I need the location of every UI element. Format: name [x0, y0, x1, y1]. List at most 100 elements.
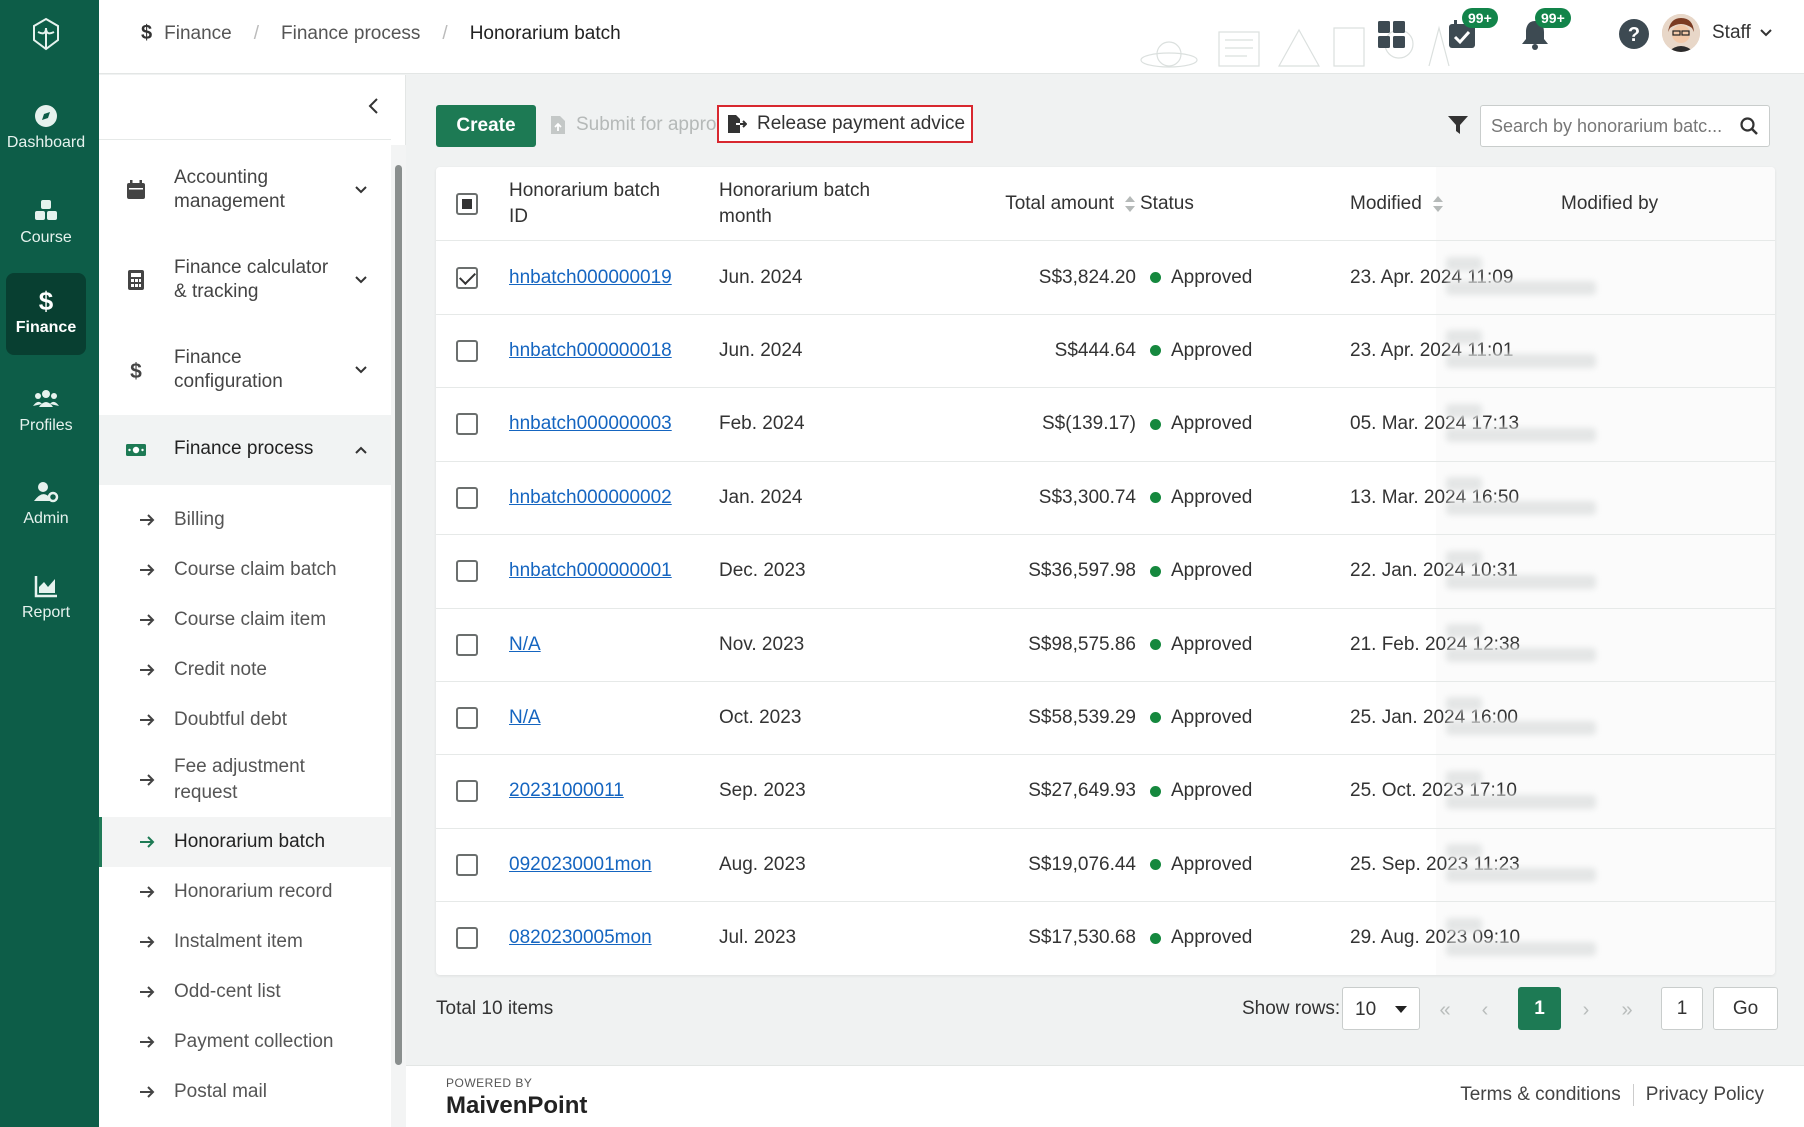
- table-row[interactable]: hnbatch000000019 Jun. 2024 S$3,824.20 Appro…: [436, 241, 1775, 315]
- redacted-bar: [1446, 648, 1596, 662]
- sidebar-scrollbar[interactable]: [391, 145, 406, 1127]
- row-checkbox[interactable]: [456, 266, 478, 289]
- row-checkbox[interactable]: [456, 706, 478, 729]
- breadcrumb-finance-process[interactable]: Finance process: [281, 23, 420, 45]
- terms-link[interactable]: Terms & conditions: [1460, 1084, 1621, 1106]
- table-row[interactable]: 20231000011 Sep. 2023 S$27,649.93 Approved 2…: [436, 755, 1775, 829]
- batch-month: Jun. 2024: [719, 339, 803, 361]
- breadcrumb-finance[interactable]: Finance: [164, 23, 232, 45]
- help-button[interactable]: ?: [1616, 16, 1652, 52]
- dollar-icon: $: [130, 360, 142, 381]
- row-checkbox[interactable]: [456, 927, 478, 950]
- rail-item-profiles[interactable]: Profiles: [6, 371, 86, 453]
- row-checkbox[interactable]: [456, 413, 478, 436]
- table-row[interactable]: N/A Oct. 2023 S$58,539.29 Approved 25. Jan. …: [436, 681, 1775, 756]
- tasks-button[interactable]: 99+: [1444, 8, 1498, 52]
- sidebar-group-finance-configuration[interactable]: $ Finance configuration: [99, 334, 391, 406]
- select-all-checkbox[interactable]: [456, 193, 478, 215]
- previous-page-icon[interactable]: ‹: [1476, 999, 1494, 1021]
- first-page-icon[interactable]: «: [1436, 999, 1454, 1021]
- sidebar-item-course-claim-item[interactable]: Course claim item: [99, 595, 391, 645]
- total-amount: S$444.64: [1054, 339, 1136, 361]
- notifications-button[interactable]: 99+: [1517, 8, 1571, 52]
- status-dot-icon: [1150, 932, 1161, 944]
- sort-icon[interactable]: [1432, 193, 1444, 215]
- row-checkbox[interactable]: [456, 560, 478, 583]
- last-page-icon[interactable]: »: [1618, 999, 1636, 1021]
- rail-item-course[interactable]: Course: [6, 183, 86, 265]
- search-box[interactable]: [1480, 105, 1770, 147]
- batch-id-link[interactable]: 0920230001mon: [509, 854, 652, 876]
- column-header-month[interactable]: Honorarium batch month: [719, 167, 909, 241]
- status-dot-icon: [1150, 345, 1161, 357]
- sidebar-item-postal-mail[interactable]: Postal mail: [99, 1067, 391, 1117]
- rail-item-finance[interactable]: $ Finance: [6, 273, 86, 355]
- submit-for-approval-button[interactable]: Submit for approval: [550, 114, 741, 136]
- filter-icon[interactable]: [1446, 113, 1470, 137]
- column-header-id[interactable]: Honorarium batch ID: [509, 167, 679, 241]
- batch-id-link[interactable]: hnbatch000000002: [509, 487, 672, 509]
- user-menu[interactable]: Staff: [1662, 14, 1773, 52]
- row-checkbox[interactable]: [456, 486, 478, 509]
- sidebar-item-course-claim-batch[interactable]: Course claim batch: [99, 545, 391, 595]
- batch-id-link[interactable]: N/A: [509, 634, 541, 656]
- rail-item-admin[interactable]: Admin: [6, 464, 86, 546]
- batch-id-link[interactable]: hnbatch000000001: [509, 560, 672, 582]
- current-page-button[interactable]: 1: [1518, 987, 1561, 1030]
- column-header-modified[interactable]: Modified: [1350, 167, 1444, 241]
- search-icon[interactable]: [1739, 116, 1759, 136]
- go-button[interactable]: Go: [1713, 987, 1778, 1030]
- rail-item-report[interactable]: Report: [6, 558, 86, 640]
- sidebar-group-accounting-management[interactable]: Accounting management: [99, 154, 391, 226]
- sidebar-item-doubtful-debt[interactable]: Doubtful debt: [99, 695, 391, 745]
- batch-id-link[interactable]: 0820230005mon: [509, 927, 652, 949]
- row-checkbox[interactable]: [456, 339, 478, 362]
- sidebar-item-payment-collection[interactable]: Payment collection: [99, 1017, 391, 1067]
- redacted-bar: [1446, 403, 1482, 418]
- next-page-icon[interactable]: ›: [1577, 999, 1595, 1021]
- table-row[interactable]: hnbatch000000003 Feb. 2024 S$(139.17) Appro…: [436, 388, 1775, 462]
- create-button[interactable]: Create: [436, 105, 536, 147]
- sidebar-group-finance-process[interactable]: Finance process: [99, 415, 391, 485]
- sort-icon[interactable]: [1124, 193, 1136, 215]
- collapse-sidebar-icon[interactable]: [363, 95, 385, 117]
- sidebar-group-label: Accounting management: [174, 167, 285, 212]
- page-number-input[interactable]: 1: [1661, 987, 1703, 1030]
- table-row[interactable]: 0820230005mon Jul. 2023 S$17,530.68 Approve…: [436, 902, 1775, 975]
- status-text: Approved: [1171, 633, 1253, 655]
- sidebar-item-odd-cent-list[interactable]: Odd-cent list: [99, 967, 391, 1017]
- search-input[interactable]: [1491, 114, 1727, 138]
- rows-per-page-select[interactable]: 10: [1342, 987, 1420, 1030]
- row-checkbox[interactable]: [456, 633, 478, 656]
- column-header-modified-by[interactable]: Modified by: [1561, 167, 1658, 241]
- batch-id-link[interactable]: 20231000011: [509, 780, 624, 802]
- row-checkbox[interactable]: [456, 853, 478, 876]
- sidebar-item-fee-adjustment-request[interactable]: Fee adjustment request: [99, 745, 391, 815]
- table-row[interactable]: hnbatch000000018 Jun. 2024 S$444.64 Approve…: [436, 314, 1775, 389]
- arrow-right-icon: [140, 774, 155, 786]
- table-row[interactable]: N/A Nov. 2023 S$98,575.86 Approved 21. Feb. …: [436, 608, 1775, 682]
- privacy-link[interactable]: Privacy Policy: [1646, 1084, 1764, 1106]
- scrollbar-thumb[interactable]: [395, 165, 402, 1065]
- apps-grid-icon[interactable]: [1374, 16, 1410, 52]
- sidebar-item-credit-note[interactable]: Credit note: [99, 645, 391, 695]
- sidebar-item-honorarium-batch[interactable]: Honorarium batch: [99, 817, 391, 867]
- batch-id-link[interactable]: hnbatch000000018: [509, 340, 672, 362]
- batch-id-link[interactable]: N/A: [509, 707, 541, 729]
- breadcrumb-separator: /: [442, 22, 448, 44]
- batch-id-link[interactable]: hnbatch000000003: [509, 413, 672, 435]
- app-logo-icon[interactable]: [28, 16, 64, 52]
- table-row[interactable]: hnbatch000000001 Dec. 2023 S$36,597.98 Appr…: [436, 535, 1775, 609]
- column-header-total[interactable]: Total amount: [986, 167, 1136, 241]
- row-checkbox[interactable]: [456, 780, 478, 803]
- sidebar-item-instalment-item[interactable]: Instalment item: [99, 917, 391, 967]
- rail-item-dashboard[interactable]: Dashboard: [6, 88, 86, 170]
- table-row[interactable]: hnbatch000000002 Jan. 2024 S$3,300.74 Appro…: [436, 461, 1775, 536]
- batch-id-link[interactable]: hnbatch000000019: [509, 267, 672, 289]
- sidebar-item-billing[interactable]: Billing: [99, 495, 391, 545]
- table-row[interactable]: 0920230001mon Aug. 2023 S$19,076.44 Approve…: [436, 828, 1775, 903]
- column-header-status[interactable]: Status: [1140, 167, 1194, 241]
- sidebar-item-honorarium-record[interactable]: Honorarium record: [99, 867, 391, 917]
- release-payment-advice-button[interactable]: Release payment advice: [717, 105, 974, 143]
- sidebar-group-finance-calculator[interactable]: Finance calculator & tracking: [99, 244, 391, 316]
